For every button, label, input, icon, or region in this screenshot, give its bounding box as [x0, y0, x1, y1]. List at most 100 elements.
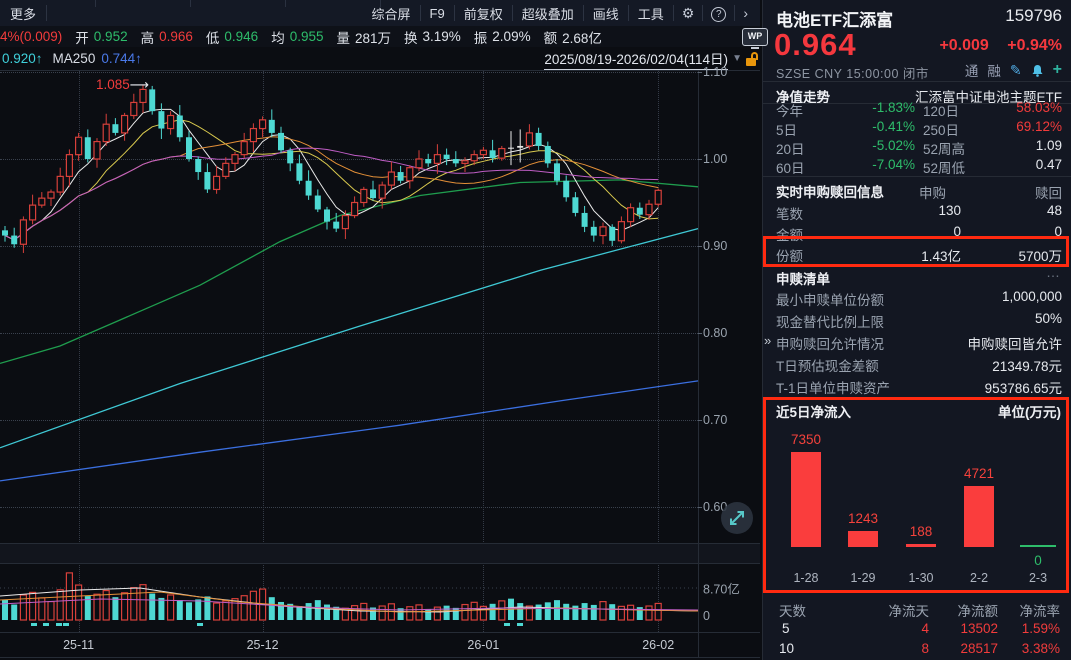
list-value: 1,000,000	[1002, 289, 1062, 304]
candle	[342, 216, 348, 229]
mini-mark	[43, 623, 49, 626]
volume-bar	[416, 605, 422, 620]
highlight-box-inflow-chart	[763, 397, 1069, 593]
candle	[57, 176, 63, 192]
volume-bar	[306, 603, 312, 620]
perf-label: 52周低	[923, 157, 965, 177]
perf-value: -7.04%	[872, 157, 915, 172]
candle	[352, 203, 358, 216]
candle	[214, 176, 220, 189]
ma-cyan-value: 0.920↑	[2, 51, 43, 66]
edit-pencil-icon[interactable]: ✎	[1010, 62, 1022, 79]
candle	[600, 227, 606, 236]
settings-gear-icon[interactable]: ⚙	[674, 5, 703, 22]
panel-collapse-icon[interactable]: »	[764, 333, 771, 348]
volume-bar	[112, 597, 118, 620]
amplitude-value: 2.09%	[492, 29, 530, 44]
toolbar-draw-line[interactable]: 画线	[584, 4, 628, 23]
candle	[324, 209, 330, 221]
mini-mark	[31, 623, 37, 626]
amount-value: 2.68亿	[562, 27, 602, 47]
candle	[480, 150, 486, 154]
ma20-line	[5, 137, 658, 240]
volume-bar	[48, 602, 54, 620]
last-price: 0.964	[774, 27, 857, 63]
volume-bar	[545, 602, 551, 620]
add-watchlist-icon[interactable]: +	[1053, 61, 1062, 79]
perf-label: 120日	[923, 100, 959, 120]
candle	[572, 197, 578, 213]
volume-bar	[655, 603, 661, 620]
list-label: 现金替代比例上限	[776, 311, 884, 331]
kline-svg[interactable]	[0, 70, 760, 658]
market-session-info: SZSE CNY 15:00:00 闭市	[776, 63, 929, 82]
mini-mark	[63, 623, 69, 626]
ma30-line	[5, 148, 658, 240]
help-icon[interactable]: ?	[703, 4, 734, 22]
perf-value: 1.09	[1036, 138, 1062, 153]
trend-line-cyan	[0, 229, 698, 448]
list-label: 最小申赎单位份额	[776, 289, 884, 309]
toolbar-tools[interactable]: 工具	[629, 4, 673, 23]
security-code: 159796	[1005, 6, 1062, 26]
dropdown-arrow-icon[interactable]: ▼	[732, 53, 742, 64]
volume-bar	[2, 600, 8, 620]
volume-bar	[628, 605, 634, 620]
trend-line-green	[0, 180, 698, 364]
candle	[398, 172, 404, 181]
volume-bar	[444, 606, 450, 620]
volume-bar	[149, 594, 155, 620]
perf-label: 5日	[776, 119, 797, 139]
candle	[628, 208, 634, 222]
quote-flags: 通 融 ✎ +	[965, 60, 1062, 80]
candle	[646, 204, 652, 214]
toolbar-super-overlay[interactable]: 超级叠加	[513, 4, 583, 23]
price-stats-bar: 4%(0.009) 开 0.952 高 0.966 低 0.946 均 0.95…	[0, 26, 760, 47]
volume-bar	[11, 605, 17, 620]
volume-bar	[158, 598, 164, 620]
volume-value: 281万	[355, 27, 391, 47]
more-menu-button[interactable]: 更多	[0, 4, 46, 23]
volume-bar	[536, 605, 542, 620]
perf-value: -5.02%	[872, 138, 915, 153]
col-days: 天数	[779, 600, 819, 620]
amplitude-label: 振	[474, 27, 488, 47]
volume-bar	[30, 592, 36, 620]
volume-bar	[177, 600, 183, 620]
toolbar-f9[interactable]: F9	[421, 6, 454, 21]
volume-bar	[499, 601, 505, 620]
candle	[388, 172, 394, 185]
candle	[444, 155, 450, 159]
volume-bar	[122, 593, 128, 620]
volume-bar	[591, 605, 597, 620]
volume-bar	[140, 585, 146, 620]
volume-bar	[600, 602, 606, 620]
unlock-icon[interactable]	[746, 52, 759, 66]
subscribe-col-header: 申购	[919, 182, 946, 202]
kline-chart-area[interactable]: 1.085⟶ 1.101.000.900.800.700.608.70亿0 25…	[0, 70, 760, 660]
candle	[204, 172, 210, 189]
open-value: 0.952	[94, 29, 128, 44]
margin-tag-tong: 通	[965, 60, 979, 80]
candle	[20, 220, 26, 244]
alert-bell-icon[interactable]	[1031, 64, 1044, 77]
toolbar-forward-adjust[interactable]: 前复权	[455, 4, 512, 23]
ma250-label: MA250	[53, 51, 96, 66]
perf-label: 60日	[776, 157, 805, 177]
expand-chart-button[interactable]	[720, 501, 754, 535]
candle	[186, 137, 192, 159]
wp-floating-widget[interactable]: WP	[742, 28, 768, 52]
avg-label: 均	[271, 27, 285, 47]
candle	[131, 102, 137, 115]
candle	[618, 222, 624, 241]
candle	[582, 213, 588, 227]
candle	[232, 155, 238, 164]
volume-bar	[425, 609, 431, 620]
date-range-selector[interactable]: 2025/08/19-2026/02/04(114日)	[544, 48, 728, 70]
turnover-label: 换	[404, 27, 418, 47]
chevron-right-icon[interactable]: ›	[735, 5, 756, 21]
toolbar-composite-screen[interactable]: 综合屏	[363, 4, 420, 23]
candle	[526, 133, 532, 146]
change-pct: +0.94%	[1007, 37, 1062, 54]
high-label: 高	[141, 27, 155, 47]
